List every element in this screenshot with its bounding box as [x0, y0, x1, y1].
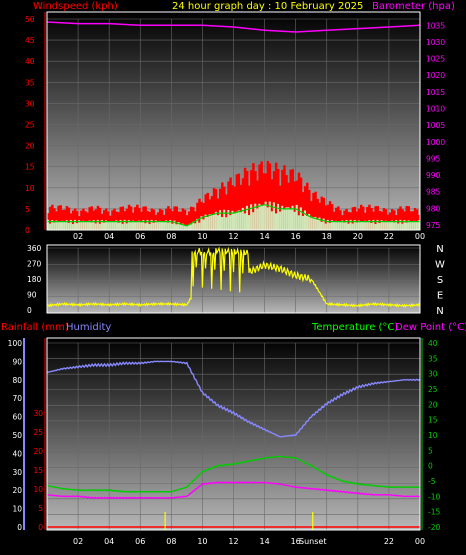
barometer-tick-label: 1000 [426, 138, 445, 147]
wind-x-tick-label: 02 [73, 232, 83, 241]
temperature-tick-label: 25 [428, 385, 438, 394]
barometer-tick-label: 985 [426, 188, 441, 197]
wind-tick-label: 50 [25, 15, 35, 24]
direction-tick-label: 360 [27, 244, 42, 253]
climate-x-tick-label: 00 [415, 537, 425, 546]
wind-tick-label: 20 [25, 142, 35, 151]
wind-x-tick-label: 10 [197, 232, 207, 241]
climate-x-tick-label: 06 [135, 537, 145, 546]
compass-label: N [436, 244, 443, 255]
barometer-tick-label: 1020 [426, 71, 445, 80]
compass-label: W [435, 260, 445, 271]
rainfall-tick-label: 5 [38, 504, 43, 513]
wind-x-tick-label: 14 [259, 232, 269, 241]
compass-label: E [437, 291, 443, 302]
temperature-tick-label: 20 [428, 400, 438, 409]
barometer-tick-label: 975 [426, 221, 441, 230]
compass-label: S [437, 275, 443, 286]
humidity-tick-label: 10 [12, 505, 22, 514]
temperature-tick-label: 15 [428, 416, 438, 425]
wind-x-tick-label: 18 [322, 232, 332, 241]
temperature-tick-label: 35 [428, 354, 438, 363]
wind-tick-label: 0 [25, 226, 30, 235]
wind-tick-label: 40 [25, 57, 35, 66]
direction-tick-label: 180 [27, 275, 42, 284]
rainfall-tick-label: 15 [33, 466, 43, 475]
humidity-axis-title: Humidity [66, 322, 111, 333]
wind-x-tick-label: 16 [291, 232, 301, 241]
climate-x-tick-label: 22 [384, 537, 394, 546]
climate-x-tick-label: 04 [104, 537, 114, 546]
graph-title: 24 hour graph day : 10 February 2025 [172, 1, 363, 12]
wind-x-tick-label: 20 [353, 232, 363, 241]
direction-tick-label: 0 [27, 306, 32, 315]
wind-x-tick-label: 12 [228, 232, 238, 241]
barometer-tick-label: 1025 [426, 55, 445, 64]
wind-x-tick-label: 08 [166, 232, 176, 241]
humidity-tick-label: 70 [12, 394, 22, 403]
humidity-tick-label: 30 [12, 468, 22, 477]
humidity-tick-label: 90 [12, 357, 22, 366]
humidity-tick-label: 60 [12, 413, 22, 422]
humidity-tick-label: 50 [12, 431, 22, 440]
climate-x-tick-label: 02 [73, 537, 83, 546]
wind-tick-label: 5 [25, 205, 30, 214]
temperature-tick-label: 40 [428, 339, 438, 348]
wind-tick-label: 45 [25, 36, 35, 45]
wind-x-tick-label: 00 [415, 232, 425, 241]
wind-tick-label: 30 [25, 99, 35, 108]
humidity-tick-label: 20 [12, 486, 22, 495]
temperature-tick-label: 30 [428, 370, 438, 379]
temperature-tick-label: -15 [428, 508, 440, 517]
compass-label: N [436, 306, 443, 317]
rainfall-tick-label: 25 [33, 428, 43, 437]
rainfall-tick-label: 0 [38, 523, 43, 532]
direction-tick-label: 270 [27, 260, 42, 269]
humidity-tick-label: 0 [17, 523, 22, 532]
wind-x-tick-label: 04 [104, 232, 114, 241]
wind-tick-label: 25 [25, 121, 35, 130]
temperature-tick-label: -5 [428, 477, 436, 486]
barometer-tick-label: 1030 [426, 38, 445, 47]
climate-x-tick-label: Sunset [299, 537, 326, 546]
direction-tick-label: 90 [27, 291, 37, 300]
climate-x-tick-label: 08 [166, 537, 176, 546]
wind-tick-label: 15 [25, 163, 35, 172]
temperature-tick-label: 0 [428, 462, 433, 471]
wind-axis-title: Windspeed (kph) [33, 1, 118, 12]
temperature-tick-label: 10 [428, 431, 438, 440]
climate-x-tick-label: 12 [228, 537, 238, 546]
rainfall-tick-label: 10 [33, 485, 43, 494]
barometer-axis-title: Barometer (hpa) [372, 1, 455, 12]
wind-tick-label: 35 [25, 78, 35, 87]
weather-graph: Windspeed (kph) 24 hour graph day : 10 F… [1, 1, 466, 546]
temperature-tick-label: -10 [428, 492, 440, 501]
temperature-tick-label: 5 [428, 446, 433, 455]
barometer-tick-label: 995 [426, 154, 441, 163]
wind-tick-label: 10 [25, 184, 35, 193]
barometer-tick-label: 980 [426, 204, 441, 213]
wind-x-tick-label: 06 [135, 232, 145, 241]
dewpoint-axis-title: Dew Point (°C) [395, 322, 466, 333]
temperature-axis-title: Temperature (°C) [311, 322, 398, 333]
barometer-tick-label: 1005 [426, 121, 445, 130]
climate-x-tick-label: 10 [197, 537, 207, 546]
rainfall-tick-label: 30 [33, 409, 43, 418]
humidity-tick-label: 40 [12, 449, 22, 458]
barometer-tick-label: 1035 [426, 21, 445, 30]
wind-x-tick-label: 22 [384, 232, 394, 241]
rainfall-tick-label: 20 [33, 447, 43, 456]
humidity-tick-label: 80 [12, 376, 22, 385]
rainfall-axis-title: Rainfall (mm) [1, 322, 69, 333]
barometer-tick-label: 1010 [426, 105, 445, 114]
barometer-tick-label: 1015 [426, 88, 445, 97]
temperature-tick-label: -20 [428, 523, 440, 532]
humidity-tick-label: 100 [8, 339, 23, 348]
barometer-tick-label: 990 [426, 171, 441, 180]
climate-x-tick-label: 14 [259, 537, 269, 546]
